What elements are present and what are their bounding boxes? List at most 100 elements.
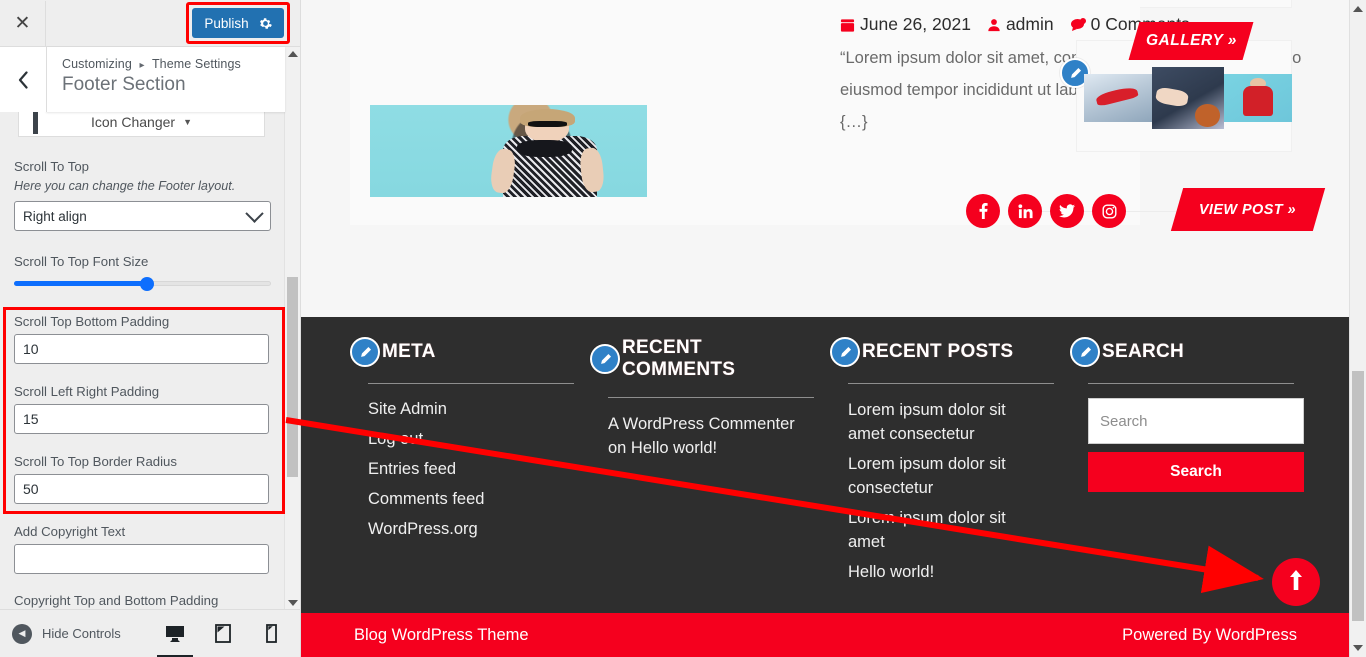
copyright-text-input[interactable] — [14, 544, 269, 574]
list-item[interactable]: Log out — [368, 428, 566, 450]
gallery-images — [1084, 67, 1292, 129]
meta-link[interactable]: Comments feed — [368, 490, 484, 508]
chevron-down-icon: ▼ — [183, 117, 192, 127]
scroll-top-bottom-padding-input[interactable] — [14, 334, 269, 364]
view-post-label: VIEW POST » — [1199, 201, 1297, 218]
publish-label: Publish — [204, 15, 249, 31]
list-item[interactable]: Hello world! — [848, 560, 1046, 584]
breadcrumb: Customizing ▸ Theme Settings — [62, 57, 285, 71]
scroll-to-top-button[interactable] — [1272, 558, 1320, 606]
list-item[interactable]: Lorem ipsum dolor sit amet consectetur — [848, 398, 1046, 446]
scroll-up-arrow-icon[interactable] — [1353, 6, 1363, 12]
control-scroll-left-right-padding: Scroll Left Right Padding — [0, 384, 283, 434]
control-add-copyright-text: Add Copyright Text — [0, 524, 283, 574]
site-copyright-bar: Blog WordPress Theme Powered By WordPres… — [300, 613, 1351, 657]
scrollbar-thumb[interactable] — [1352, 371, 1364, 621]
edit-recent-comments-pencil-icon[interactable] — [590, 344, 620, 374]
copyright-right-text: Powered By WordPress — [1122, 625, 1297, 644]
footer-widget-recent-posts: RECENT POSTS Lorem ipsum dolor sit amet … — [830, 337, 1070, 590]
customizer-controls-scroll[interactable]: Icon Changer ▼ Scroll To Top Here you ca… — [0, 47, 285, 610]
scroll-left-right-padding-input[interactable] — [14, 404, 269, 434]
gallery-image[interactable] — [1084, 74, 1152, 122]
desktop-icon[interactable] — [157, 623, 193, 657]
publish-highlight-box: Publish — [186, 2, 290, 44]
footer-widget-divider — [608, 397, 814, 398]
chevron-left-circle-icon: ◀ — [12, 623, 32, 644]
font-size-slider[interactable] — [14, 275, 271, 293]
scroll-up-arrow-icon[interactable] — [288, 51, 298, 57]
customizer-panel-header: Customizing ▸ Theme Settings Footer Sect… — [46, 47, 285, 112]
edit-meta-pencil-icon[interactable] — [350, 337, 380, 367]
meta-link[interactable]: Site Admin — [368, 400, 447, 418]
customizer-footer: ◀ Hide Controls — [0, 609, 300, 657]
gear-icon[interactable] — [259, 17, 272, 30]
customizer-scrollbar[interactable] — [284, 47, 300, 610]
tablet-icon[interactable] — [212, 623, 234, 645]
list-item[interactable]: A WordPress Commenter on Hello world! — [608, 412, 806, 460]
list-item[interactable]: Entries feed — [368, 458, 566, 480]
close-icon[interactable]: ✕ — [0, 0, 46, 46]
list-item[interactable]: Site Admin — [368, 398, 566, 420]
meta-link[interactable]: WordPress.org — [368, 520, 478, 538]
slider-handle[interactable] — [140, 277, 154, 291]
customizer-back-button[interactable] — [0, 47, 47, 112]
gallery-image[interactable] — [1152, 67, 1224, 129]
breadcrumb-section[interactable]: Theme Settings — [152, 57, 241, 71]
control-scroll-to-top: Scroll To Top Here you can change the Fo… — [0, 159, 285, 231]
post-social-links[interactable] — [966, 194, 1126, 228]
control-description: Here you can change the Footer layout. — [14, 179, 236, 193]
control-scroll-to-top-border-radius: Scroll To Top Border Radius — [0, 454, 283, 504]
meta-link[interactable]: Entries feed — [368, 460, 456, 478]
device-preview-switcher — [157, 623, 300, 657]
recent-comments-list: A WordPress Commenter on Hello world! — [590, 412, 806, 460]
footer-widget-divider — [368, 383, 574, 384]
arrow-up-icon — [1289, 569, 1303, 595]
list-item[interactable]: Lorem ipsum dolor sit amet — [848, 506, 1046, 554]
post-author: admin — [987, 14, 1054, 35]
list-item[interactable]: Lorem ipsum dolor sit consectetur — [848, 452, 1046, 500]
mobile-icon[interactable] — [260, 623, 282, 645]
hide-controls-button[interactable]: ◀ Hide Controls — [0, 623, 121, 644]
footer-widget-title: SEARCH — [1102, 341, 1185, 362]
footer-widget-title: META — [382, 341, 436, 362]
footer-widget-search: SEARCH Search — [1070, 337, 1310, 590]
scroll-to-top-border-radius-input[interactable] — [14, 474, 269, 504]
control-scroll-top-font-size: Scroll To Top Font Size — [0, 254, 285, 293]
instagram-icon[interactable] — [1092, 194, 1126, 228]
meta-link[interactable]: Log out — [368, 430, 423, 448]
control-label: Add Copyright Text — [14, 524, 126, 539]
slider-fill — [14, 281, 146, 286]
search-input[interactable] — [1088, 398, 1304, 444]
list-item[interactable]: WordPress.org — [368, 518, 566, 540]
edit-search-pencil-icon[interactable] — [1070, 337, 1100, 367]
linkedin-icon[interactable] — [1008, 194, 1042, 228]
edit-recent-posts-pencil-icon[interactable] — [830, 337, 860, 367]
view-post-button[interactable]: VIEW POST » — [1170, 188, 1326, 231]
footer-widget-divider — [848, 383, 1054, 384]
meta-links: Site Admin Log out Entries feed Comments… — [350, 398, 566, 540]
gallery-image[interactable] — [1224, 74, 1292, 122]
site-preview: June 26, 2021 admin 0 Comments “Lorem ip… — [300, 0, 1351, 657]
control-copyright-padding: Copyright Top and Bottom Padding — [0, 593, 232, 610]
gallery-title: GALLERY » — [1128, 22, 1254, 60]
gallery-title-text: GALLERY » — [1145, 32, 1237, 49]
post-date: June 26, 2021 — [840, 14, 971, 35]
browser-scrollbar[interactable] — [1349, 0, 1366, 657]
twitter-icon[interactable] — [1050, 194, 1084, 228]
scroll-down-arrow-icon[interactable] — [288, 600, 298, 606]
search-button[interactable]: Search — [1088, 452, 1304, 492]
footer-search-form: Search — [1088, 398, 1304, 492]
icon-preview — [33, 112, 38, 134]
footer-widget-title: RECENT COMMENTS — [622, 337, 736, 380]
hide-controls-label: Hide Controls — [42, 626, 121, 641]
scroll-to-top-align-select[interactable]: Right align — [14, 201, 271, 231]
page-title: Footer Section — [62, 74, 186, 95]
list-item[interactable]: Comments feed — [368, 488, 566, 510]
site-footer-widgets: META Site Admin Log out Entries feed Com… — [300, 317, 1351, 613]
scroll-down-arrow-icon[interactable] — [1353, 645, 1363, 651]
icon-changer-label: Icon Changer — [91, 114, 176, 130]
breadcrumb-root[interactable]: Customizing — [62, 57, 132, 71]
facebook-icon[interactable] — [966, 194, 1000, 228]
publish-button[interactable]: Publish — [192, 8, 284, 38]
scrollbar-thumb[interactable] — [287, 277, 298, 477]
